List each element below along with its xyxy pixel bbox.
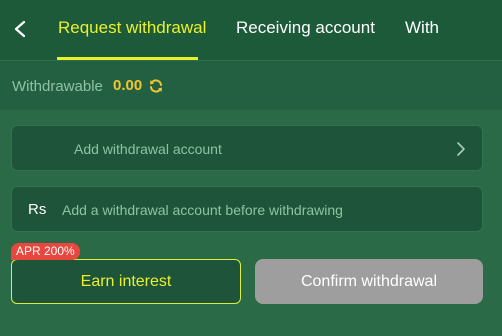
refresh-icon[interactable] bbox=[148, 78, 164, 94]
tab-request-withdrawal[interactable]: Request withdrawal bbox=[58, 18, 206, 38]
earn-interest-button[interactable]: Earn interest bbox=[11, 259, 241, 304]
amount-input[interactable] bbox=[62, 202, 462, 218]
apr-badge: APR 200% bbox=[11, 243, 80, 260]
tab-withdrawal-records[interactable]: With bbox=[405, 18, 439, 38]
amount-field: Rs bbox=[11, 186, 483, 232]
chevron-right-icon bbox=[457, 142, 465, 156]
withdrawable-label: Withdrawable bbox=[12, 78, 103, 95]
back-button[interactable] bbox=[6, 14, 34, 44]
chevron-left-icon bbox=[14, 20, 26, 38]
add-account-label: Add withdrawal account bbox=[74, 141, 222, 157]
tab-receiving-account[interactable]: Receiving account bbox=[236, 18, 375, 38]
add-withdrawal-account-row[interactable]: Add withdrawal account bbox=[11, 125, 483, 171]
withdrawable-amount: 0.00 bbox=[113, 77, 143, 94]
active-tab-indicator bbox=[57, 57, 198, 60]
confirm-withdrawal-button[interactable]: Confirm withdrawal bbox=[255, 259, 483, 304]
currency-label: Rs bbox=[28, 201, 47, 218]
